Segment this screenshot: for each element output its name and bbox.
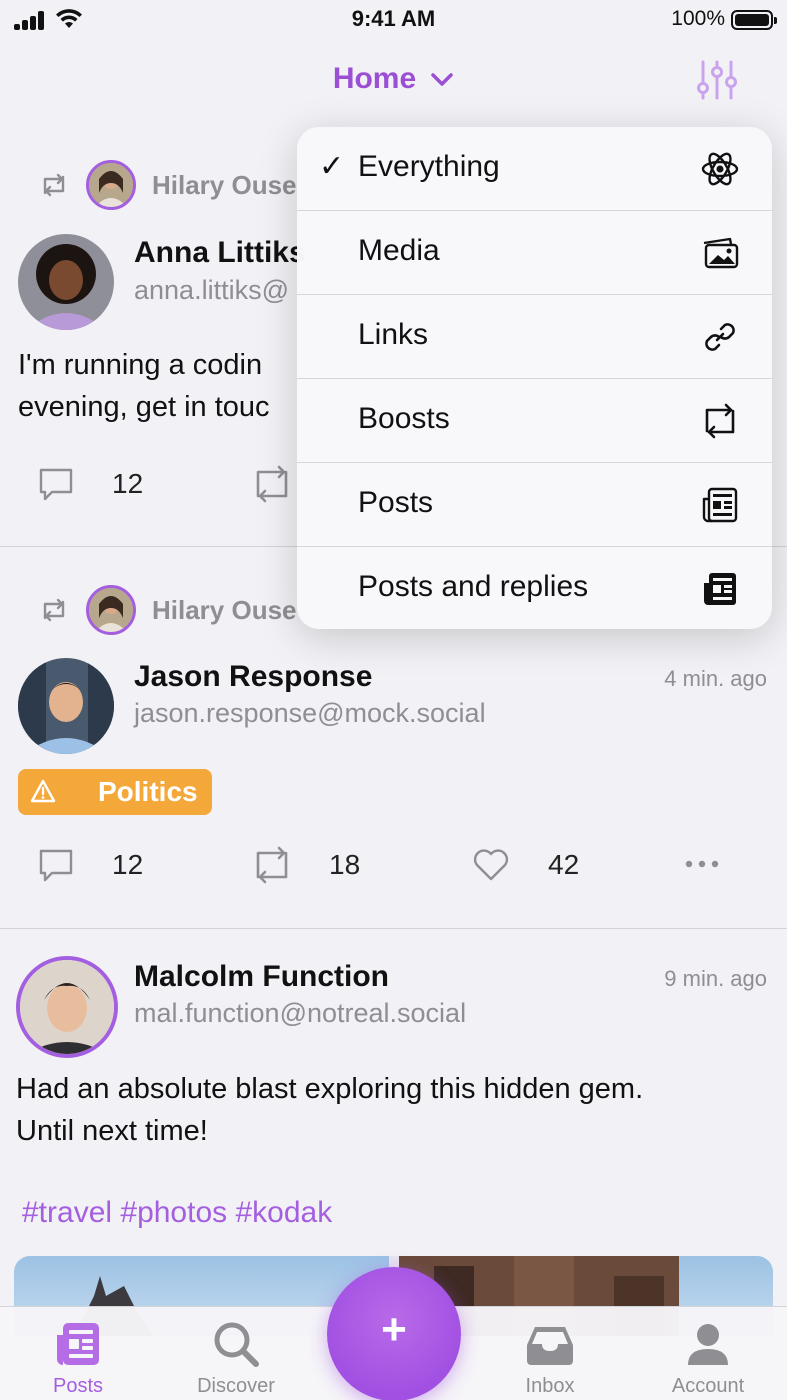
avatar[interactable] [18,658,114,754]
photos-icon [703,237,739,269]
author-name[interactable]: Anna Littiks [134,236,306,270]
newspaper-icon [57,1323,99,1365]
menu-item-media[interactable]: Media [297,211,772,295]
content-warning-label: Politics [98,776,198,807]
like-button[interactable]: 42 [472,843,602,887]
ellipsis-icon [685,860,719,868]
menu-item-label: Posts [358,486,434,519]
status-time: 9:41 AM [351,6,436,31]
screen: 9:41 AM 100% Home Hilary Ouse Anna Litti… [0,0,787,1400]
hashtags-link[interactable]: #travel #photos #kodak [22,1196,332,1230]
nav-title: Home [332,62,417,95]
status-bar: 9:41 AM 100% [0,0,787,44]
timeline-selector[interactable]: Home [0,62,787,96]
filter-sliders-icon[interactable] [693,58,741,102]
tab-label: Posts [52,1375,104,1397]
boost-button[interactable] [250,462,300,506]
boost-icon [705,403,735,439]
boost-count: 18 [329,849,361,880]
author-name[interactable]: Malcolm Function [134,960,389,994]
nav-bar: Home [0,50,787,110]
atom-icon [701,152,739,186]
reply-button[interactable]: 12 [36,462,156,506]
tab-posts[interactable]: Posts [18,1307,138,1400]
battery-percent: 100% [671,7,725,30]
menu-item-posts-and-replies[interactable]: Posts and replies [297,547,772,629]
battery-icon [731,10,777,30]
tab-discover[interactable]: Discover [176,1307,296,1400]
boost-button[interactable]: 18 [250,843,380,887]
boosted-by-name[interactable]: Hilary Ouse [152,595,297,626]
tab-label: Account [671,1375,745,1397]
heart-icon [473,849,509,881]
search-icon [214,1322,259,1367]
content-warning-button[interactable]: Politics [18,769,212,815]
menu-item-label: Posts and replies [358,570,589,603]
avatar[interactable] [18,234,114,330]
avatar[interactable] [16,956,118,1058]
menu-item-boosts[interactable]: Boosts [297,379,772,463]
boost-icon [43,173,65,197]
tab-label: Discover [197,1375,275,1397]
inbox-tray-icon [527,1327,573,1365]
chevron-down-icon [431,73,453,86]
plus-icon: + [381,1305,407,1354]
post-text-line: I'm running a codin [18,349,263,381]
menu-item-label: Boosts [358,402,450,435]
author-handle[interactable]: anna.littiks@ [134,275,289,306]
divider [0,928,787,929]
boosted-by-name[interactable]: Hilary Ouse [152,170,297,201]
post-text: Had an absolute blast exploring this hid… [16,1068,643,1152]
warning-icon [30,779,56,803]
author-handle[interactable]: jason.response@mock.social [134,698,486,729]
compose-button[interactable]: + [327,1267,461,1400]
menu-item-label: Links [358,318,429,351]
reply-icon [39,849,73,882]
tab-inbox[interactable]: Inbox [490,1307,610,1400]
boost-icon [43,598,65,622]
boost-icon [256,846,288,884]
author-name[interactable]: Jason Response [134,660,372,694]
avatar[interactable] [86,585,136,635]
more-button[interactable] [684,843,724,887]
reply-count: 12 [112,849,144,880]
tab-label: Inbox [525,1375,575,1397]
menu-item-label: Everything [358,150,500,183]
post-timestamp: 9 min. ago [664,966,767,991]
post-actions: 12 18 42 [0,843,787,887]
reply-count: 12 [112,468,144,499]
person-icon [688,1324,728,1365]
author-handle[interactable]: mal.function@notreal.social [134,998,466,1029]
avatar[interactable] [86,160,136,210]
menu-item-label: Media [358,234,440,267]
menu-item-everything[interactable]: ✓ Everything [297,127,772,211]
post-text-line: evening, get in touc [18,391,270,423]
post-timestamp: 4 min. ago [664,666,767,691]
tab-account[interactable]: Account [648,1307,768,1400]
boost-icon [256,465,288,503]
link-icon [705,323,735,351]
reply-icon [39,468,73,501]
post-text-line: Until next time! [16,1115,208,1147]
checkmark-icon: ✓ [319,150,345,183]
post-text: I'm running a codin evening, get in touc [18,344,270,428]
post-text-line: Had an absolute blast exploring this hid… [16,1073,644,1105]
timeline-filter-menu: ✓ Everything Media Links Boosts Posts Po… [297,127,772,629]
newspaper-icon [702,487,738,523]
reply-button[interactable]: 12 [36,843,156,887]
menu-item-links[interactable]: Links [297,295,772,379]
newspaper-filled-icon [704,573,736,605]
menu-item-posts[interactable]: Posts [297,463,772,547]
like-count: 42 [548,849,580,880]
